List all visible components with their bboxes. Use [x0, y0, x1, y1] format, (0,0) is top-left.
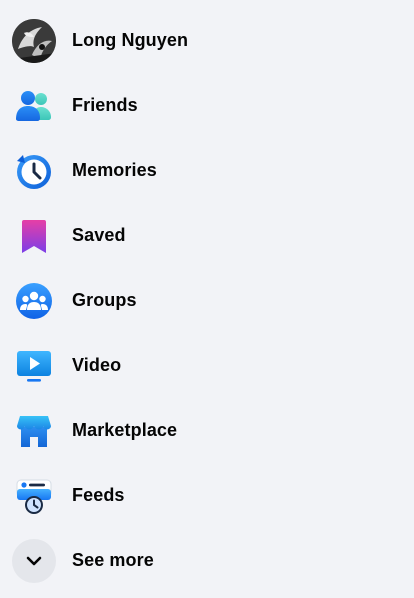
groups-icon	[16, 282, 52, 319]
menu-item-feeds[interactable]: Feeds	[0, 463, 414, 528]
feeds-icon	[16, 479, 52, 514]
memories-icon	[17, 154, 51, 189]
menu-item-saved[interactable]: Saved	[0, 203, 414, 268]
menu-item-marketplace[interactable]: Marketplace	[0, 398, 414, 463]
left-navigation: Long Nguyen Friends Memories Saved Group…	[0, 8, 414, 593]
saved-icon	[22, 219, 46, 253]
friends-icon	[16, 90, 51, 121]
menu-item-video[interactable]: Video	[0, 333, 414, 398]
profile-link[interactable]: Long Nguyen	[0, 8, 414, 73]
avatar-container	[12, 18, 56, 63]
marketplace-icon	[17, 415, 51, 447]
chevron-down-icon	[26, 556, 42, 565]
menu-item-memories[interactable]: Memories	[0, 138, 414, 203]
profile-name: Long Nguyen	[72, 30, 189, 50]
menu-item-groups[interactable]: Groups	[0, 268, 414, 333]
avatar	[12, 18, 56, 63]
menu-item-friends[interactable]: Friends	[0, 73, 414, 138]
see-more-label: See more	[72, 550, 154, 570]
video-icon	[17, 350, 51, 382]
see-more-circle	[12, 538, 56, 583]
see-more-button[interactable]: See more	[0, 528, 414, 593]
